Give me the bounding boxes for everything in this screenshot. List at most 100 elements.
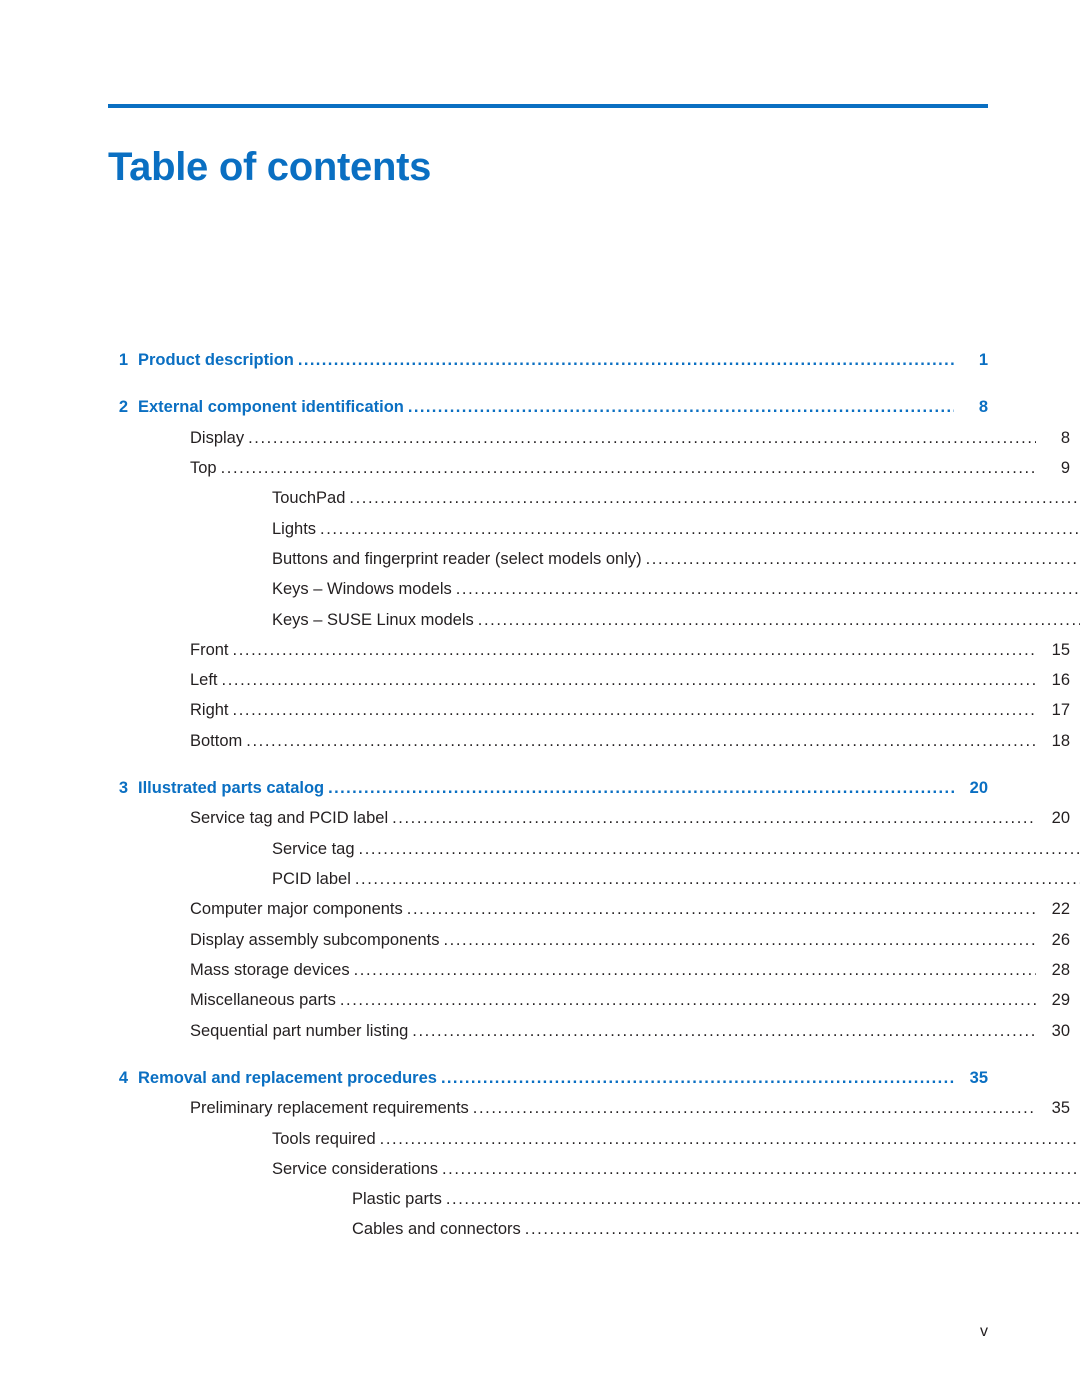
toc-leader-dots: ........................................… bbox=[407, 399, 954, 417]
toc-entry-page-number: 17 bbox=[1051, 701, 1070, 720]
toc-entry-page-number: 28 bbox=[1051, 960, 1070, 979]
toc-entry-level-3[interactable]: Service tag.............................… bbox=[108, 840, 1080, 858]
toc-entry-page-number: 20 bbox=[969, 779, 988, 798]
toc-entry-label: Mass storage devices bbox=[190, 960, 350, 979]
toc-entry-level-2[interactable]: Mass storage devices....................… bbox=[108, 960, 1070, 979]
toc-leader-dots: ........................................… bbox=[232, 641, 1036, 659]
toc-entry-page-number: 35 bbox=[969, 1068, 988, 1087]
toc-leader-dots: ........................................… bbox=[349, 490, 1080, 508]
toc-entry-label: Buttons and fingerprint reader (select m… bbox=[272, 549, 642, 568]
toc-entry-label: TouchPad bbox=[272, 489, 346, 508]
toc-entry-label: Sequential part number listing bbox=[190, 1021, 409, 1040]
toc-leader-dots: ........................................… bbox=[412, 1022, 1036, 1040]
toc-entry-number: 3 bbox=[118, 779, 128, 798]
toc-leader-dots: ........................................… bbox=[320, 520, 1080, 538]
toc-entry-label: Display bbox=[190, 428, 245, 447]
toc-leader-dots: ........................................… bbox=[248, 429, 1036, 447]
toc-leader-dots: ........................................… bbox=[353, 961, 1036, 979]
toc-leader-dots: ........................................… bbox=[232, 702, 1036, 720]
toc-entry-level-3[interactable]: TouchPad................................… bbox=[108, 489, 1080, 508]
toc-entry-level-4[interactable]: Plastic parts...........................… bbox=[108, 1190, 1080, 1209]
toc-entry-label: Computer major components bbox=[190, 900, 403, 919]
toc-entry-level-3[interactable]: Service considerations..................… bbox=[108, 1159, 1080, 1178]
toc-entry-level-3[interactable]: Keys – SUSE Linux models................… bbox=[108, 610, 1080, 629]
toc-entry-label: Bottom bbox=[190, 731, 243, 750]
toc-entry-label: Miscellaneous parts bbox=[190, 991, 336, 1010]
toc-entry-page-number: 30 bbox=[1051, 1021, 1070, 1040]
toc-entry-level-2[interactable]: Miscellaneous parts.....................… bbox=[108, 991, 1070, 1010]
toc-leader-dots: ........................................… bbox=[406, 901, 1036, 919]
toc-entry-level-3[interactable]: Lights..................................… bbox=[108, 519, 1080, 538]
toc-leader-dots: ........................................… bbox=[379, 1130, 1080, 1148]
toc-entry-page-number: 15 bbox=[1051, 640, 1070, 659]
table-of-contents: 1 Product description....................… bbox=[108, 351, 1080, 1239]
toc-entry-label: Tools required bbox=[272, 1129, 376, 1148]
toc-leader-dots: ........................................… bbox=[645, 550, 1080, 568]
toc-entry-page-number: 16 bbox=[1051, 671, 1070, 690]
toc-entry-label: Display assembly subcomponents bbox=[190, 930, 440, 949]
toc-entry-level-2[interactable]: Sequential part number listing..........… bbox=[108, 1021, 1070, 1040]
toc-leader-dots: ........................................… bbox=[339, 992, 1036, 1010]
toc-leader-dots: ........................................… bbox=[477, 611, 1080, 629]
toc-leader-dots: ........................................… bbox=[524, 1221, 1080, 1239]
toc-leader-dots: ........................................… bbox=[472, 1100, 1036, 1118]
toc-entry-label: Cables and connectors bbox=[352, 1220, 521, 1239]
toc-entry-level-2[interactable]: Left....................................… bbox=[108, 671, 1070, 690]
toc-entry-level-2[interactable]: Right...................................… bbox=[108, 701, 1070, 720]
toc-leader-dots: ........................................… bbox=[220, 459, 1036, 477]
toc-entry-level-1[interactable]: 2 External component identification......… bbox=[108, 398, 988, 417]
toc-entry-label: Keys – SUSE Linux models bbox=[272, 610, 474, 629]
page-title: Table of contents bbox=[108, 144, 432, 189]
toc-entry-label: Lights bbox=[272, 519, 317, 538]
toc-leader-dots: ........................................… bbox=[354, 871, 1080, 888]
toc-entry-level-2[interactable]: Display assembly subcomponents..........… bbox=[108, 930, 1070, 949]
toc-entry-number: 1 bbox=[118, 351, 128, 369]
toc-entry-label: Service considerations bbox=[272, 1159, 438, 1178]
toc-entry-level-2[interactable]: Computer major components...............… bbox=[108, 900, 1070, 919]
toc-entry-page-number: 18 bbox=[1051, 731, 1070, 750]
toc-entry-page-number: 29 bbox=[1051, 991, 1070, 1010]
toc-entry-page-number: 9 bbox=[1060, 458, 1070, 477]
toc-entry-label: Product description bbox=[138, 351, 294, 369]
toc-entry-level-3[interactable]: PCID label..............................… bbox=[108, 870, 1080, 888]
toc-entry-level-1[interactable]: 4 Removal and replacement procedures.....… bbox=[108, 1068, 988, 1087]
toc-entry-level-2[interactable]: Bottom..................................… bbox=[108, 731, 1070, 750]
toc-entry-label: Top bbox=[190, 458, 217, 477]
toc-entry-page-number: 35 bbox=[1051, 1099, 1070, 1118]
toc-entry-level-2[interactable]: Display.................................… bbox=[108, 428, 1070, 447]
toc-entry-page-number: 1 bbox=[978, 351, 988, 369]
toc-leader-dots: ........................................… bbox=[358, 840, 1080, 858]
toc-entry-page-number: 8 bbox=[978, 398, 988, 417]
toc-entry-level-2[interactable]: Front...................................… bbox=[108, 640, 1070, 659]
toc-entry-level-2[interactable]: Service tag and PCID label..............… bbox=[108, 809, 1070, 828]
toc-entry-label: Keys – Windows models bbox=[272, 580, 452, 599]
toc-entry-level-1[interactable]: 3 Illustrated parts catalog..............… bbox=[108, 779, 988, 798]
toc-entry-number: 4 bbox=[118, 1068, 128, 1087]
toc-entry-label: Right bbox=[190, 701, 229, 720]
toc-entry-page-number: 8 bbox=[1060, 428, 1070, 447]
toc-entry-level-4[interactable]: Cables and connectors...................… bbox=[108, 1220, 1080, 1239]
toc-entry-page-number: 26 bbox=[1051, 930, 1070, 949]
toc-leader-dots: ........................................… bbox=[246, 732, 1036, 750]
toc-leader-dots: ........................................… bbox=[443, 931, 1036, 949]
toc-entry-level-3[interactable]: Buttons and fingerprint reader (select m… bbox=[108, 549, 1080, 568]
toc-entry-level-3[interactable]: Tools required..........................… bbox=[108, 1129, 1080, 1148]
toc-entry-page-number: 22 bbox=[1051, 900, 1070, 919]
toc-entry-level-2[interactable]: Preliminary replacement requirements....… bbox=[108, 1099, 1070, 1118]
toc-leader-dots: ........................................… bbox=[392, 810, 1036, 828]
toc-leader-dots: ........................................… bbox=[440, 1069, 954, 1087]
toc-entry-level-3[interactable]: Keys – Windows models...................… bbox=[108, 580, 1080, 599]
toc-entry-level-2[interactable]: Top.....................................… bbox=[108, 458, 1070, 477]
toc-leader-dots: ........................................… bbox=[297, 352, 954, 369]
toc-entry-level-1[interactable]: 1 Product description....................… bbox=[108, 351, 988, 369]
toc-entry-label: PCID label bbox=[272, 870, 351, 888]
document-page: Table of contents 1 Product description..… bbox=[0, 0, 1080, 1397]
toc-leader-dots: ........................................… bbox=[328, 780, 954, 798]
toc-entry-label: External component identification bbox=[138, 398, 404, 417]
toc-entry-label: Plastic parts bbox=[352, 1190, 442, 1209]
toc-entry-label: Preliminary replacement requirements bbox=[190, 1099, 469, 1118]
toc-leader-dots: ........................................… bbox=[221, 672, 1036, 690]
toc-leader-dots: ........................................… bbox=[455, 581, 1080, 599]
toc-entry-page-number: 20 bbox=[1051, 809, 1070, 828]
toc-leader-dots: ........................................… bbox=[442, 1160, 1080, 1178]
